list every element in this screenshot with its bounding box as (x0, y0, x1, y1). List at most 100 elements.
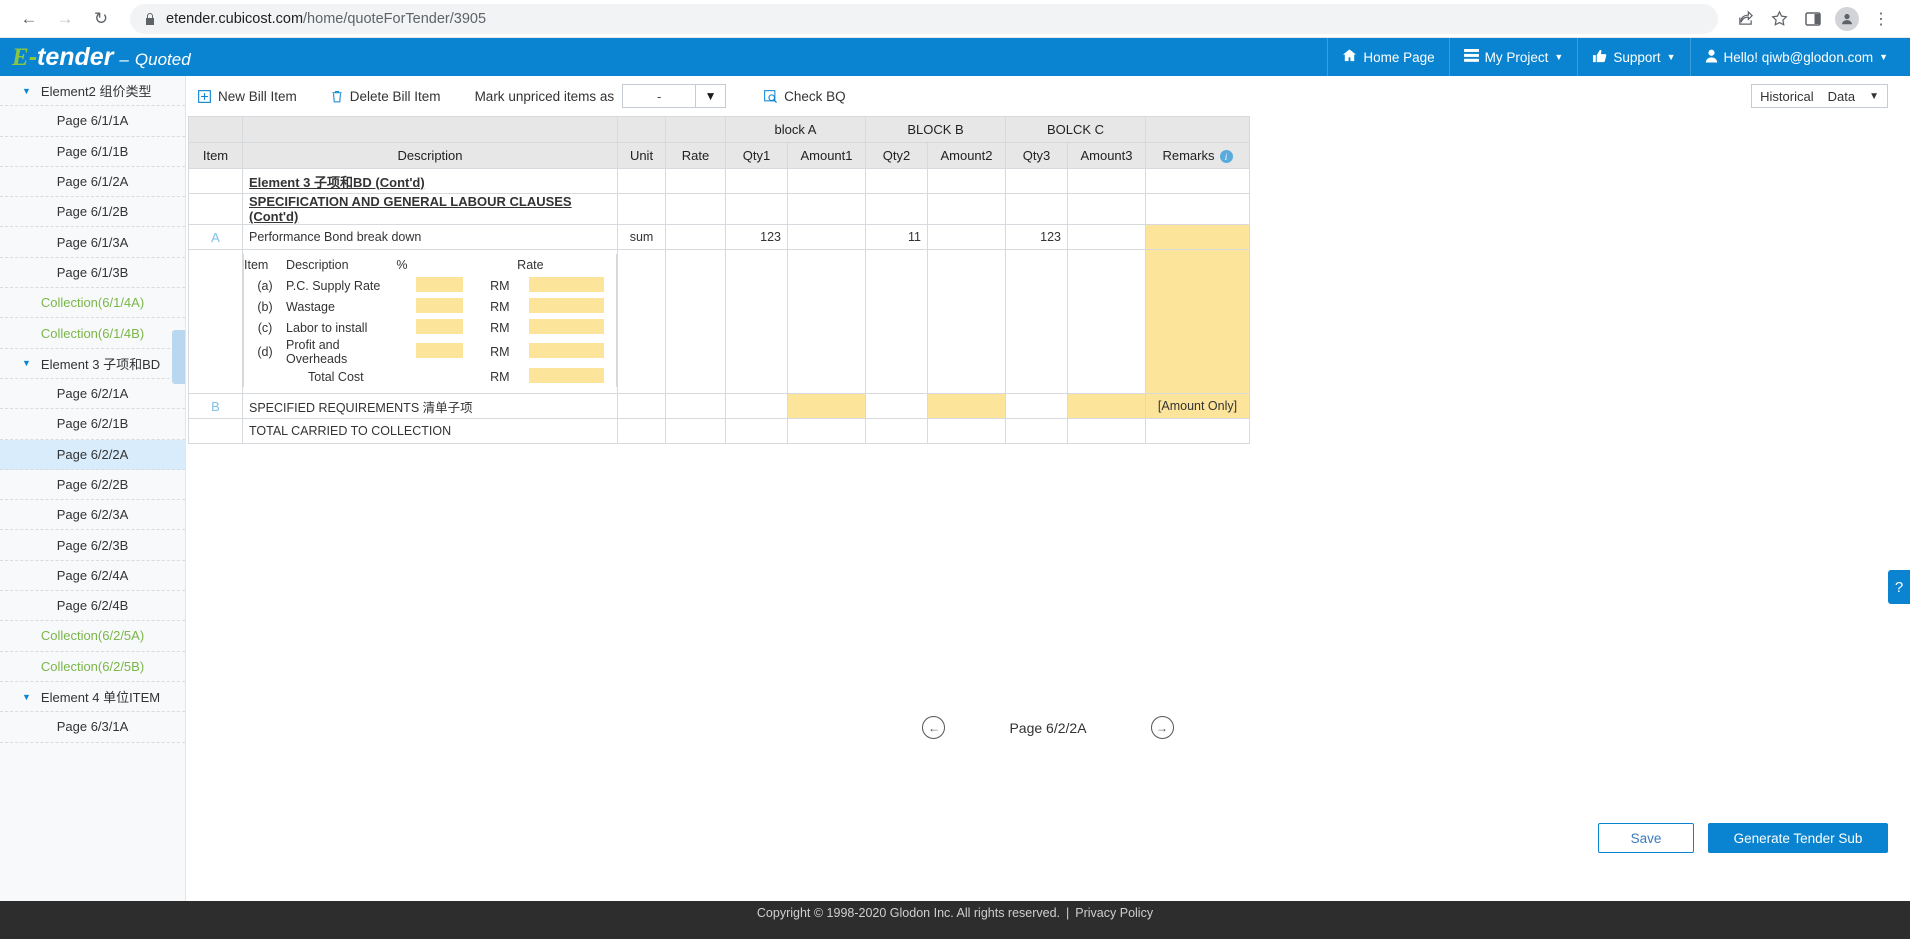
app-logo[interactable]: E - tender – Quoted (12, 43, 191, 72)
sidebar-item-collection-6-2-5b[interactable]: Collection(6/2/5B) (0, 652, 185, 682)
sidebar-item-page-6-2-3a[interactable]: Page 6/2/3A (0, 500, 185, 531)
cell-remarks[interactable]: [Amount Only] (1145, 393, 1250, 419)
cell-description[interactable]: SPECIFIED REQUIREMENTS 清单子项 (242, 393, 618, 419)
cell-remarks[interactable] (1145, 193, 1250, 225)
sidebar-item-page-6-2-3b[interactable]: Page 6/2/3B (0, 530, 185, 561)
breakdown-rate-cell[interactable] (517, 317, 618, 338)
sidebar-item-collection-6-1-4a[interactable]: Collection(6/1/4A) (0, 288, 185, 319)
address-bar[interactable]: etender.cubicost.com/home/quoteForTender… (130, 3, 1718, 34)
cell-qty1[interactable]: 123 (725, 224, 788, 250)
table-row[interactable]: Element 3 子项和BD (Cont'd) (188, 168, 1250, 194)
nav-support[interactable]: Support ▼ (1577, 38, 1689, 76)
sidebar-group-element4[interactable]: ▼ Element 4 单位ITEM (0, 682, 185, 713)
cell-qty2[interactable] (865, 393, 928, 419)
side-panel-icon[interactable] (1798, 4, 1828, 34)
table-row[interactable]: A Performance Bond break down sum 123 11… (188, 224, 1250, 250)
cell-amount3[interactable] (1067, 224, 1146, 250)
sidebar-group-element3[interactable]: ▼ Element 3 子项和BD (0, 349, 185, 379)
question-mark-icon[interactable]: ? (1888, 570, 1910, 604)
cell-amount2[interactable] (927, 193, 1006, 225)
reload-icon[interactable]: ↻ (86, 4, 116, 34)
breakdown-pct-cell[interactable] (396, 275, 482, 296)
cell-remarks[interactable] (1145, 168, 1250, 194)
cell-amount2[interactable] (927, 393, 1006, 419)
cell-qty3[interactable]: 123 (1005, 224, 1068, 250)
cell-amount1[interactable] (787, 168, 866, 194)
breakdown-rate-cell[interactable] (517, 296, 618, 317)
sidebar-item-page-6-2-4a[interactable]: Page 6/2/4A (0, 561, 185, 592)
cell-rate[interactable] (665, 168, 726, 194)
cell-qty2[interactable]: 11 (865, 224, 928, 250)
new-bill-item-button[interactable]: New Bill Item (198, 89, 297, 104)
breakdown-pct-input[interactable] (415, 297, 463, 313)
sidebar-item-page-6-1-3a[interactable]: Page 6/1/3A (0, 227, 185, 258)
cell-description[interactable]: TOTAL CARRIED TO COLLECTION (242, 418, 618, 444)
profile-avatar-icon[interactable] (1832, 4, 1862, 34)
generate-tender-sub-button[interactable]: Generate Tender Sub (1708, 823, 1888, 853)
arrow-right-circle-icon[interactable]: → (1150, 716, 1174, 739)
table-row[interactable]: SPECIFICATION AND GENERAL LABOUR CLAUSES… (188, 193, 1250, 225)
star-icon[interactable] (1764, 4, 1794, 34)
sidebar-item-collection-6-2-5a[interactable]: Collection(6/2/5A) (0, 621, 185, 652)
cell-amount1[interactable] (787, 224, 866, 250)
mark-unpriced-select[interactable]: - (622, 84, 697, 108)
sidebar-item-collection-6-1-4b[interactable]: Collection(6/1/4B) (0, 318, 185, 349)
cell-amount2[interactable] (927, 418, 1006, 444)
nav-user-account[interactable]: Hello! qiwb@glodon.com ▼ (1689, 38, 1902, 76)
table-row[interactable]: B SPECIFIED REQUIREMENTS 清单子项 [Amount On… (188, 393, 1250, 419)
breakdown-pct-input[interactable] (415, 343, 463, 358)
cell-qty1[interactable] (725, 418, 788, 444)
cell-amount1[interactable] (787, 193, 866, 225)
breakdown-rate-input[interactable] (529, 318, 605, 334)
breakdown-rate-cell[interactable] (517, 338, 618, 366)
cell-qty3[interactable] (1005, 193, 1068, 225)
breakdown-pct-input[interactable] (415, 276, 463, 292)
cell-description[interactable]: Element 3 子项和BD (Cont'd) (242, 168, 618, 194)
back-arrow-icon[interactable]: ← (14, 4, 44, 34)
sidebar-collapse-handle[interactable] (172, 330, 185, 384)
cell-qty3[interactable] (1005, 168, 1068, 194)
cell-amount1[interactable] (787, 393, 866, 419)
sidebar-item-page-6-3-1a[interactable]: Page 6/3/1A (0, 712, 185, 743)
breakdown-rate-cell[interactable] (517, 275, 618, 296)
cell-remarks[interactable] (1145, 418, 1250, 444)
arrow-left-circle-icon[interactable]: ← (922, 716, 946, 739)
sidebar-item-page-6-1-3b[interactable]: Page 6/1/3B (0, 258, 185, 289)
sidebar-group-element2[interactable]: ▼ Element2 组价类型 (0, 76, 185, 107)
cell-unit[interactable] (617, 193, 666, 225)
nav-my-project[interactable]: My Project ▼ (1448, 38, 1578, 76)
sidebar-item-page-6-1-1a[interactable]: Page 6/1/1A (0, 106, 185, 137)
sidebar-item-page-6-2-2a[interactable]: Page 6/2/2A (0, 439, 185, 470)
cell-amount2[interactable] (927, 168, 1006, 194)
cell-qty1[interactable] (725, 393, 788, 419)
delete-bill-item-button[interactable]: Delete Bill Item (331, 89, 441, 104)
cell-rate[interactable] (665, 418, 726, 444)
table-row[interactable]: TOTAL CARRIED TO COLLECTION (188, 418, 1250, 444)
cell-amount1[interactable] (787, 418, 866, 444)
cell-amount3[interactable] (1067, 418, 1146, 444)
three-dot-menu-icon[interactable]: ⋮ (1866, 4, 1896, 34)
sidebar-item-page-6-1-1b[interactable]: Page 6/1/1B (0, 137, 185, 167)
cell-remarks[interactable] (1145, 224, 1250, 250)
breakdown-pct-cell[interactable] (396, 317, 482, 338)
info-icon[interactable]: i (1219, 150, 1233, 164)
sidebar-item-page-6-1-2a[interactable]: Page 6/1/2A (0, 167, 185, 198)
breakdown-rate-input[interactable] (529, 276, 605, 292)
historical-data-control[interactable]: Historical Data ▼ (1751, 84, 1888, 108)
breakdown-pct-cell[interactable] (396, 338, 482, 366)
cell-qty1[interactable] (725, 193, 788, 225)
cell-unit[interactable] (617, 393, 666, 419)
breakdown-rate-input[interactable] (529, 343, 605, 358)
cell-qty3[interactable] (1005, 393, 1068, 419)
cell-amount3[interactable] (1067, 393, 1146, 419)
chevron-down-icon[interactable]: ▼ (696, 84, 727, 108)
save-button[interactable]: Save (1598, 823, 1694, 853)
cell-rate[interactable] (665, 393, 726, 419)
cell-qty2[interactable] (865, 168, 928, 194)
check-bq-button[interactable]: Check BQ (764, 89, 846, 104)
sidebar-item-page-6-2-1a[interactable]: Page 6/2/1A (0, 379, 185, 410)
cell-rate[interactable] (665, 224, 726, 250)
cell-amount2[interactable] (927, 224, 1006, 250)
cell-qty3[interactable] (1005, 418, 1068, 444)
sidebar-item-page-6-2-4b[interactable]: Page 6/2/4B (0, 591, 185, 622)
